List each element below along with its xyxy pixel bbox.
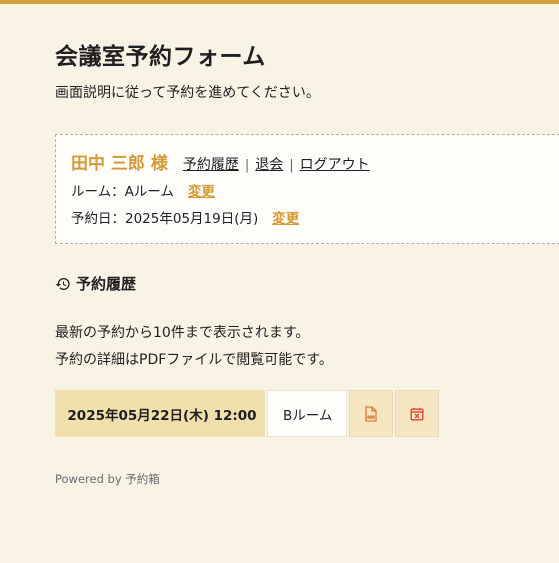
pdf-file-icon	[365, 405, 377, 422]
powered-by: Powered by 予約箱	[55, 472, 160, 486]
history-row: 2025年05月22日(木) 12:00 Bルーム	[55, 390, 441, 437]
history-heading: 予約履歴	[55, 273, 136, 294]
page-title: 会議室予約フォーム	[55, 44, 266, 70]
top-accent-bar	[0, 0, 559, 4]
date-label: 予約日：2025年05月19日(月)	[71, 211, 259, 227]
withdraw-link[interactable]: 退会	[255, 154, 283, 174]
room-change-link[interactable]: 変更	[188, 179, 215, 206]
calendar-cancel-icon	[410, 407, 424, 421]
reservation-room: Bルーム	[267, 390, 347, 437]
room-info-line: ルーム：Aルーム 変更	[71, 179, 559, 206]
date-change-link[interactable]: 変更	[272, 206, 299, 233]
link-separator: |	[244, 158, 250, 173]
pdf-button[interactable]	[349, 390, 393, 437]
history-link[interactable]: 予約履歴	[183, 154, 239, 174]
user-name: 田中 三郎 様	[71, 154, 168, 174]
history-desc-line: 予約の詳細はPDFファイルで閲覧可能です。	[55, 352, 333, 368]
reservation-datetime: 2025年05月22日(木) 12:00	[55, 390, 265, 437]
page-container: 会議室予約フォーム 画面説明に従って予約を進めてください。 田中 三郎 様 予約…	[55, 40, 559, 486]
history-heading-text: 予約履歴	[76, 275, 137, 293]
history-icon	[55, 277, 70, 290]
history-desc-line: 最新の予約から10件まで表示されます。	[55, 325, 310, 341]
history-description: 最新の予約から10件まで表示されます。 予約の詳細はPDFファイルで閲覧可能です…	[55, 320, 333, 374]
room-label: ルーム：Aルーム	[71, 184, 174, 200]
logout-link[interactable]: ログアウト	[300, 154, 370, 174]
user-header-line: 田中 三郎 様 予約履歴 | 退会 | ログアウト	[71, 149, 559, 179]
user-info-panel: 田中 三郎 様 予約履歴 | 退会 | ログアウト ルーム：Aルーム 変更 予約…	[55, 134, 559, 244]
cancel-reservation-button[interactable]	[395, 390, 439, 437]
page-description: 画面説明に従って予約を進めてください。	[55, 85, 320, 101]
link-separator: |	[289, 158, 294, 173]
date-info-line: 予約日：2025年05月19日(月) 変更	[71, 206, 559, 233]
